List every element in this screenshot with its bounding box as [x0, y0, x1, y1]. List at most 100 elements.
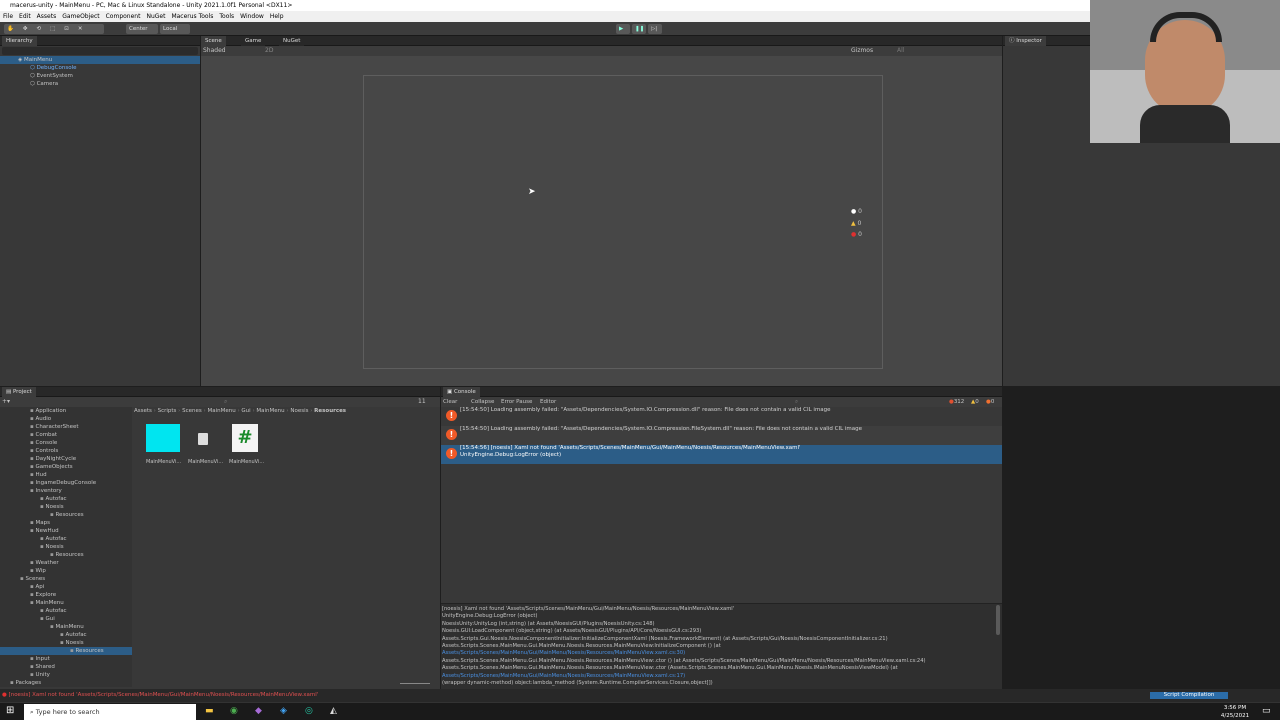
hierarchy-item-debugconsole[interactable]: ⬡ DebugConsole: [0, 64, 200, 72]
project-tree-item[interactable]: ▪ Autofac: [0, 631, 132, 639]
project-tree-item[interactable]: ▪ Packages: [0, 679, 132, 687]
project-tree-item[interactable]: ▪ Weather: [0, 559, 132, 567]
pivot-center-toggle[interactable]: Center: [126, 24, 158, 34]
project-tree-item[interactable]: ▪ Noesis: [0, 543, 132, 551]
taskbar-clock[interactable]: 3:56 PM 4/25/2021: [1215, 704, 1255, 720]
editor-dropdown[interactable]: Editor: [540, 397, 556, 407]
menu-assets[interactable]: Assets: [37, 11, 57, 22]
project-tree-item[interactable]: ▪ Unity: [0, 671, 132, 679]
project-tree-item[interactable]: ▪ Input: [0, 655, 132, 663]
breadcrumb-item[interactable]: MainMenu: [207, 408, 235, 414]
tab-game[interactable]: Game: [241, 36, 266, 46]
menu-nuget[interactable]: NuGet: [146, 11, 165, 22]
stack-link[interactable]: Assets/Scripts/Scenes/MainMenu/Gui/MainM…: [442, 650, 1002, 657]
project-tree-item[interactable]: ▪ Explore: [0, 591, 132, 599]
visual-studio-icon[interactable]: ◆: [255, 706, 262, 716]
notification-icon[interactable]: ▭: [1262, 706, 1271, 716]
status-message[interactable]: [noesis] Xaml not found 'Assets/Scripts/…: [9, 692, 319, 698]
breadcrumb-item[interactable]: MainMenu: [256, 408, 284, 414]
project-tree-item[interactable]: ▪ MainMenu: [0, 623, 132, 631]
menu-gameobject[interactable]: GameObject: [62, 11, 99, 22]
project-tree-item[interactable]: ▪ Combat: [0, 431, 132, 439]
tab-console[interactable]: ▣ Console: [443, 387, 480, 397]
shading-mode-dropdown[interactable]: Shaded: [203, 47, 226, 54]
transform-tools[interactable]: ✋✥⟲⬚⊡✕: [4, 24, 104, 34]
pause-button[interactable]: ❚❚: [632, 24, 646, 34]
project-tree-item[interactable]: ▪ CharacterSheet: [0, 423, 132, 431]
project-tree-item[interactable]: ▪ DayNightCycle: [0, 455, 132, 463]
project-tree-item[interactable]: ▪ Inventory: [0, 487, 132, 495]
csharp-script-icon[interactable]: #: [232, 424, 258, 452]
project-tree-item[interactable]: ▪ Scenes: [0, 575, 132, 583]
file-explorer-icon[interactable]: ▬: [205, 706, 214, 716]
menu-tools[interactable]: Tools: [219, 11, 234, 22]
pivot-local-toggle[interactable]: Local: [160, 24, 190, 34]
breadcrumb-item[interactable]: Noesis: [290, 408, 308, 414]
unity-icon[interactable]: ◭: [330, 706, 337, 716]
windows-start-icon[interactable]: ⊞: [6, 705, 14, 716]
clear-button[interactable]: Clear: [443, 397, 457, 407]
asset-thumbnail-xaml[interactable]: [146, 424, 180, 452]
collapse-button[interactable]: Collapse: [471, 397, 494, 407]
breadcrumb-item[interactable]: Gui: [241, 408, 250, 414]
project-tree-item[interactable]: ▪ Gui: [0, 615, 132, 623]
stacktrace-scrollbar[interactable]: [996, 605, 1000, 635]
project-tree-item[interactable]: ▪ Autofac: [0, 535, 132, 543]
project-tree-item[interactable]: ▪ IngameDebugConsole: [0, 479, 132, 487]
console-row-selected[interactable]: ! [15:54:56] [noesis] Xaml not found 'As…: [441, 445, 1002, 464]
console-detail-stacktrace[interactable]: [noesis] Xaml not found 'Assets/Scripts/…: [441, 603, 1002, 689]
search-icon[interactable]: ⌕: [224, 398, 227, 406]
console-row[interactable]: ! [15:54:50] Loading assembly failed: "A…: [441, 407, 1002, 426]
project-tree-item[interactable]: ▪ Resources: [0, 647, 132, 655]
tab-hierarchy[interactable]: Hierarchy: [2, 36, 37, 46]
console-search-icon[interactable]: ⌕: [795, 397, 798, 407]
2d-toggle[interactable]: 2D: [265, 47, 273, 54]
error-count-badge[interactable]: ●312: [949, 397, 964, 407]
tab-project[interactable]: ▤ Project: [2, 387, 36, 397]
tab-inspector[interactable]: ⓘ Inspector: [1005, 36, 1046, 46]
project-tree-item[interactable]: ▪ NewHud: [0, 527, 132, 535]
chrome-icon[interactable]: ◉: [230, 706, 238, 716]
project-tree-item[interactable]: ▪ Api: [0, 583, 132, 591]
hierarchy-search-input[interactable]: [2, 47, 198, 55]
project-tree-item[interactable]: ▪ MainMenu: [0, 599, 132, 607]
breadcrumb-item[interactable]: Scenes: [182, 408, 202, 414]
project-tree-item[interactable]: ▪ Application: [0, 407, 132, 415]
menu-help[interactable]: Help: [270, 11, 284, 22]
breadcrumb-item[interactable]: Assets: [134, 408, 152, 414]
file-icon[interactable]: [198, 433, 208, 445]
project-tree-item[interactable]: ▪ Noesis: [0, 503, 132, 511]
project-tree-item[interactable]: ▪ Autofac: [0, 495, 132, 503]
error-pause-button[interactable]: Error Pause: [501, 397, 532, 407]
project-tree-item[interactable]: ▪ GameObjects: [0, 463, 132, 471]
tab-scene[interactable]: Scene: [201, 36, 226, 46]
warning-count-badge[interactable]: ▲0: [971, 397, 979, 407]
project-tree-item[interactable]: ▪ Console: [0, 439, 132, 447]
icon-size-slider[interactable]: [400, 683, 430, 684]
menu-component[interactable]: Component: [106, 11, 141, 22]
menu-macerus-tools[interactable]: Macerus Tools: [171, 11, 213, 22]
project-tree-item[interactable]: ▪ Shared: [0, 663, 132, 671]
obs-icon[interactable]: ◎: [305, 706, 313, 716]
stack-link[interactable]: Assets/Scripts/Scenes/MainMenu/Gui/MainM…: [442, 673, 1002, 680]
hierarchy-item-eventsystem[interactable]: ⬡ EventSystem: [0, 72, 200, 80]
console-row[interactable]: ! [15:54:50] Loading assembly failed: "A…: [441, 426, 1002, 445]
project-tree-item[interactable]: ▪ Controls: [0, 447, 132, 455]
taskbar-search-input[interactable]: ⌕ Type here to search: [24, 704, 196, 720]
menu-edit[interactable]: Edit: [19, 11, 31, 22]
project-tree-item[interactable]: ▪ Resources: [0, 551, 132, 559]
project-tree-item[interactable]: ▪ Audio: [0, 415, 132, 423]
tab-nuget[interactable]: NuGet: [279, 36, 305, 46]
step-button[interactable]: ▷|: [648, 24, 662, 34]
project-tree-item[interactable]: ▪ Autofac: [0, 607, 132, 615]
scene-search-input[interactable]: All: [897, 47, 904, 54]
breadcrumb-item[interactable]: Scripts: [158, 408, 177, 414]
gizmos-dropdown[interactable]: Gizmos: [851, 47, 873, 54]
project-tree-item[interactable]: ▪ Maps: [0, 519, 132, 527]
project-tree-item[interactable]: ▪ Wip: [0, 567, 132, 575]
project-tree-item[interactable]: ▪ Noesis: [0, 639, 132, 647]
github-desktop-icon[interactable]: ◈: [280, 706, 287, 716]
breadcrumb-item[interactable]: Resources: [314, 408, 346, 414]
project-tree-item[interactable]: ▪ Hud: [0, 471, 132, 479]
menu-file[interactable]: File: [3, 11, 13, 22]
